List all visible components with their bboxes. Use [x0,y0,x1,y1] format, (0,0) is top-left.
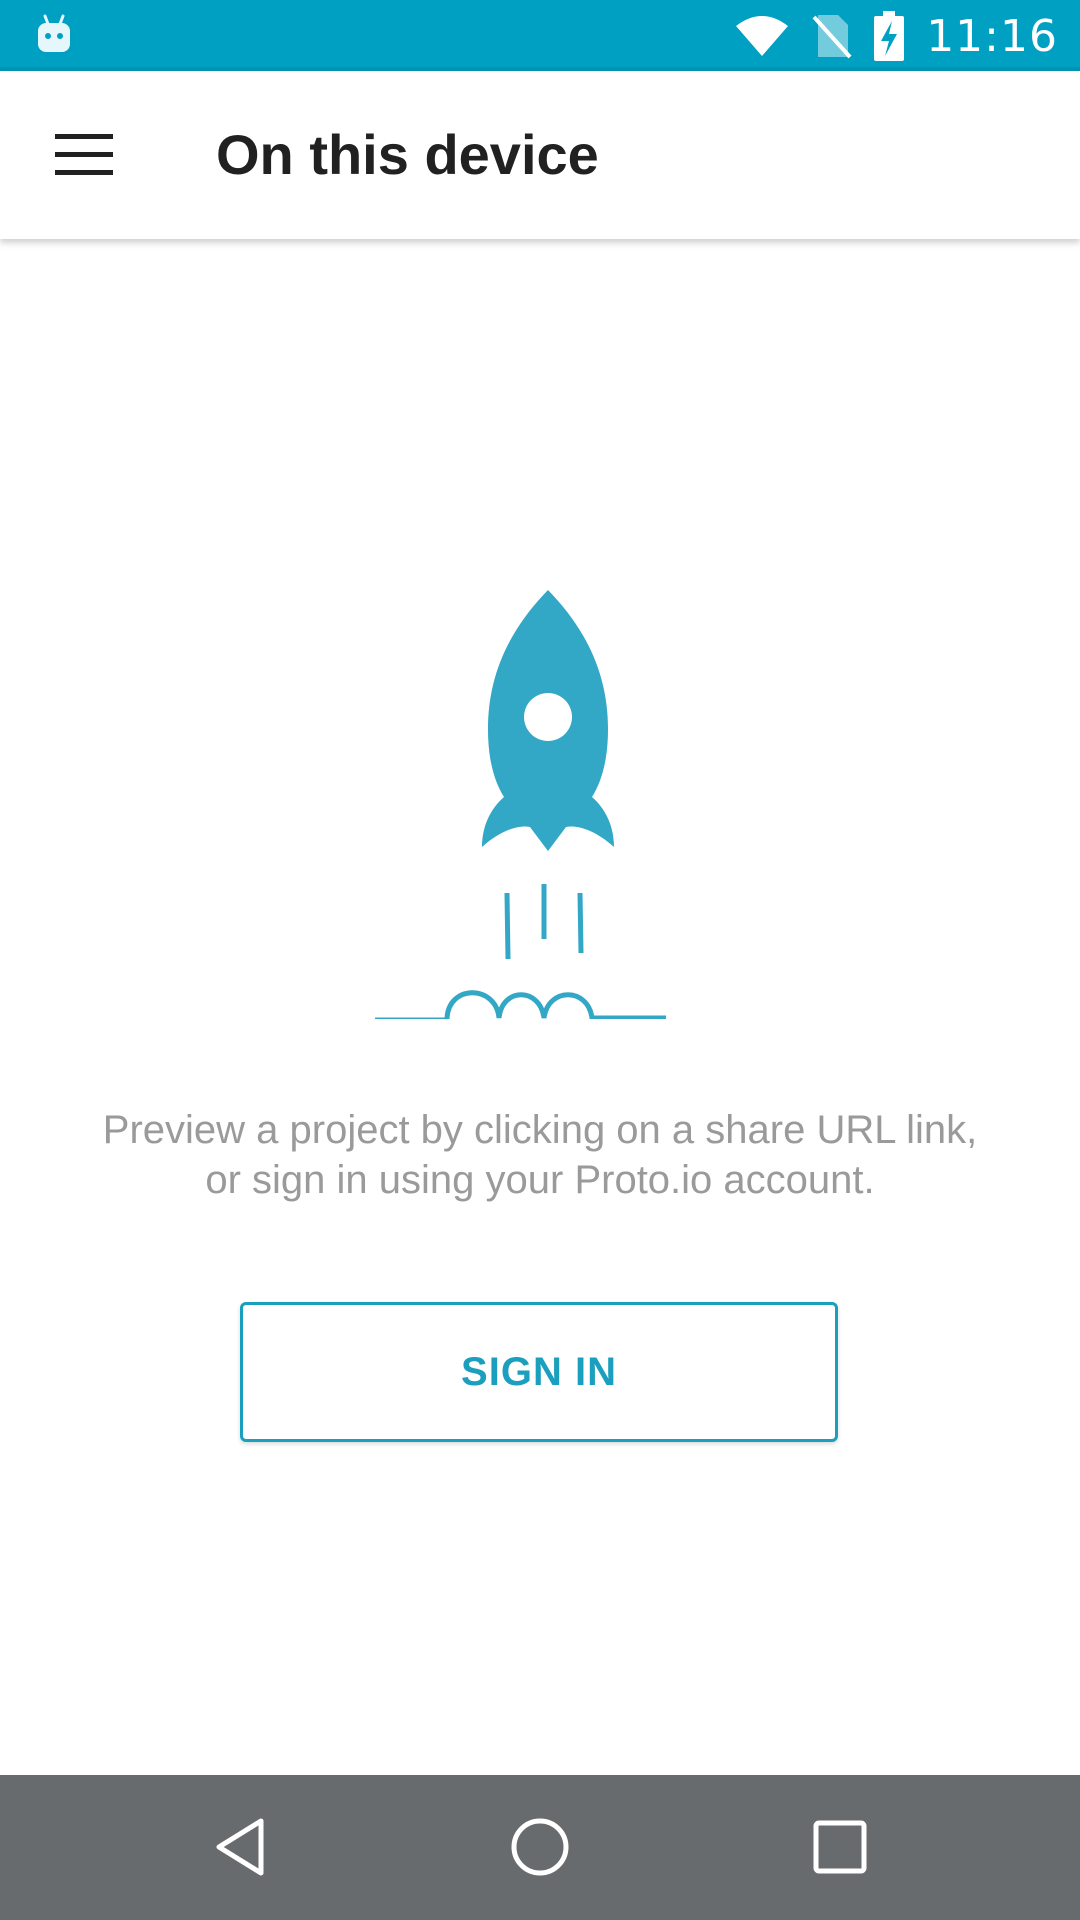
recents-icon [813,1820,867,1874]
no-sim-icon [812,15,852,59]
status-bar: 11:16 [0,0,1080,71]
hamburger-menu-icon [55,134,113,175]
main-content: Preview a project by clicking on a share… [0,239,1080,1775]
recents-button[interactable] [790,1797,890,1897]
menu-button[interactable] [36,111,132,199]
back-icon [216,1818,264,1876]
sign-in-button[interactable]: SIGN IN [240,1302,838,1442]
wifi-icon [736,16,789,56]
app-bar: On this device [0,71,1080,239]
page-title: On this device [216,123,599,186]
home-icon [511,1818,569,1876]
rocket-launch-illustration [375,590,666,1019]
android-notification-icon [38,14,70,52]
info-message: Preview a project by clicking on a share… [102,1108,978,1202]
navigation-bar [0,1775,1080,1920]
home-button[interactable] [490,1797,590,1897]
battery-charging-icon [874,11,905,61]
status-clock: 11:16 [926,10,1058,62]
status-icons: 11:16 [734,8,1058,64]
back-button[interactable] [191,1797,291,1897]
sign-in-label: SIGN IN [461,1349,617,1394]
